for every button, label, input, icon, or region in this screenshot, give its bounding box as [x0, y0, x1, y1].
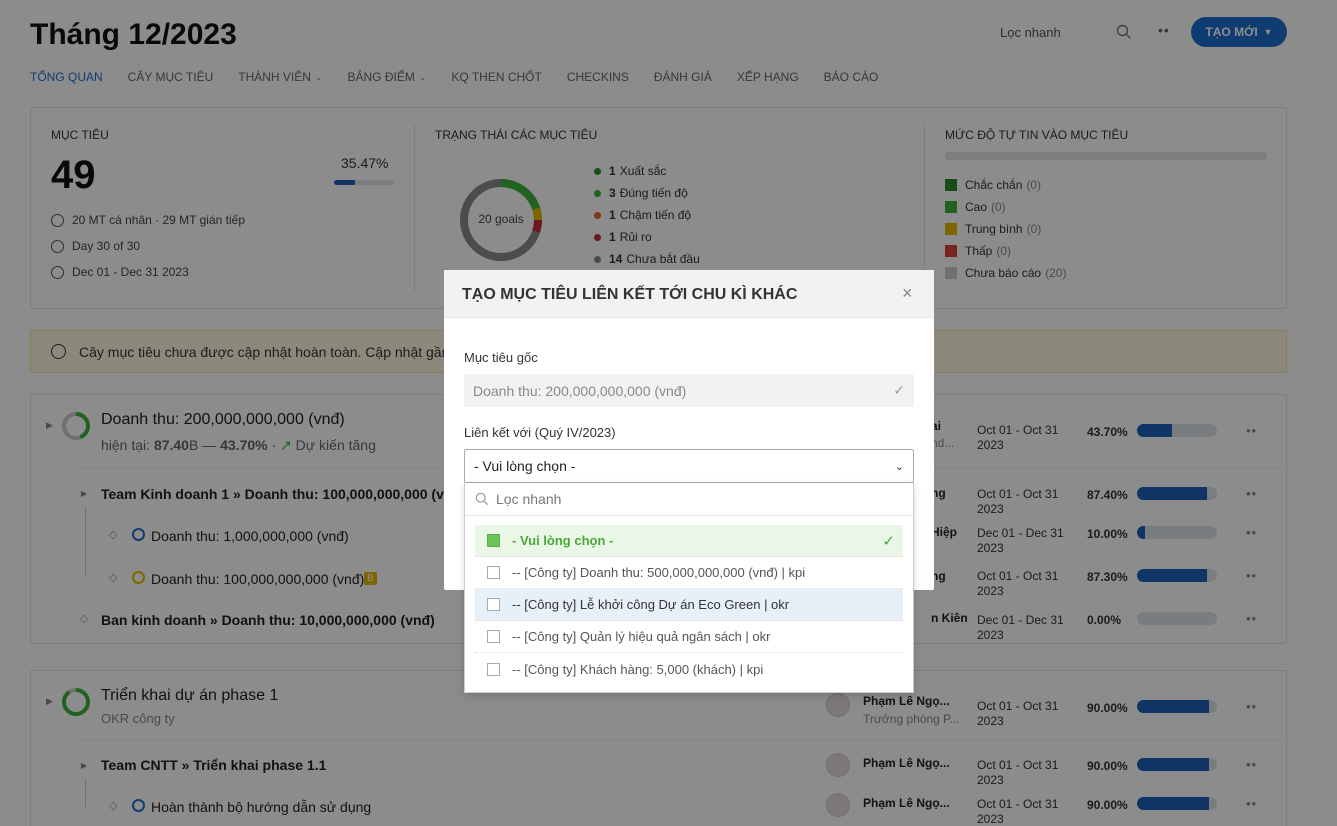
option-checkbox[interactable]: [487, 630, 500, 643]
source-goal-field: Doanh thu: 200,000,000,000 (vnđ) ✓: [464, 374, 914, 407]
dropdown-option[interactable]: -- [Công ty] Doanh thu: 500,000,000,000 …: [475, 557, 903, 589]
option-label: -- [Công ty] Khách hàng: 5,000 (khách) |…: [512, 661, 764, 677]
link-target-dropdown: Lọc nhanh - Vui lòng chọn - ✓ -- [Công ty…: [464, 483, 914, 693]
source-goal-label: Mục tiêu gốc: [464, 350, 538, 365]
dropdown-search[interactable]: Lọc nhanh: [465, 483, 913, 516]
link-target-label: Liên kết với (Quý IV/2023): [464, 425, 616, 440]
check-icon: ✓: [882, 532, 895, 550]
dropdown-option[interactable]: -- [Công ty] Khách hàng: 5,000 (khách) |…: [475, 653, 903, 685]
option-label: -- [Công ty] Doanh thu: 500,000,000,000 …: [512, 565, 806, 580]
option-checkbox[interactable]: [487, 534, 500, 547]
close-icon[interactable]: ×: [902, 283, 913, 304]
option-label: -- [Công ty] Lễ khởi công Dự án Eco Gree…: [512, 597, 790, 612]
option-label: -- [Công ty] Quản lý hiệu quả ngân sách …: [512, 629, 771, 644]
modal-title: TẠO MỤC TIÊU LIÊN KẾT TỚI CHU KÌ KHÁC: [462, 286, 798, 303]
option-checkbox[interactable]: [487, 662, 500, 676]
link-target-select[interactable]: - Vui lòng chọn - ⌄: [464, 449, 914, 483]
okr-overview-page: Tháng 12/2023 Lọc nhanh •• TẠO MỚI ▼ TỔNG…: [0, 0, 1337, 826]
option-label: - Vui lòng chọn -: [512, 533, 614, 548]
option-checkbox[interactable]: [487, 566, 500, 579]
dropdown-option[interactable]: -- [Công ty] Quản lý hiệu quả ngân sách …: [475, 621, 903, 653]
chevron-down-icon: ⌄: [894, 460, 904, 473]
dropdown-option[interactable]: -- [Công ty] Lễ khởi công Dự án Eco Gree…: [475, 589, 903, 621]
dropdown-option[interactable]: - Vui lòng chọn - ✓: [475, 525, 903, 557]
check-icon: ✓: [893, 382, 905, 398]
modal-header: TẠO MỤC TIÊU LIÊN KẾT TỚI CHU KÌ KHÁC ×: [444, 270, 934, 318]
search-icon: [475, 492, 489, 506]
dropdown-search-placeholder: Lọc nhanh: [496, 491, 562, 507]
option-checkbox[interactable]: [487, 598, 500, 611]
select-value: - Vui lòng chọn -: [474, 458, 576, 474]
source-goal-value: Doanh thu: 200,000,000,000 (vnđ): [473, 382, 687, 399]
